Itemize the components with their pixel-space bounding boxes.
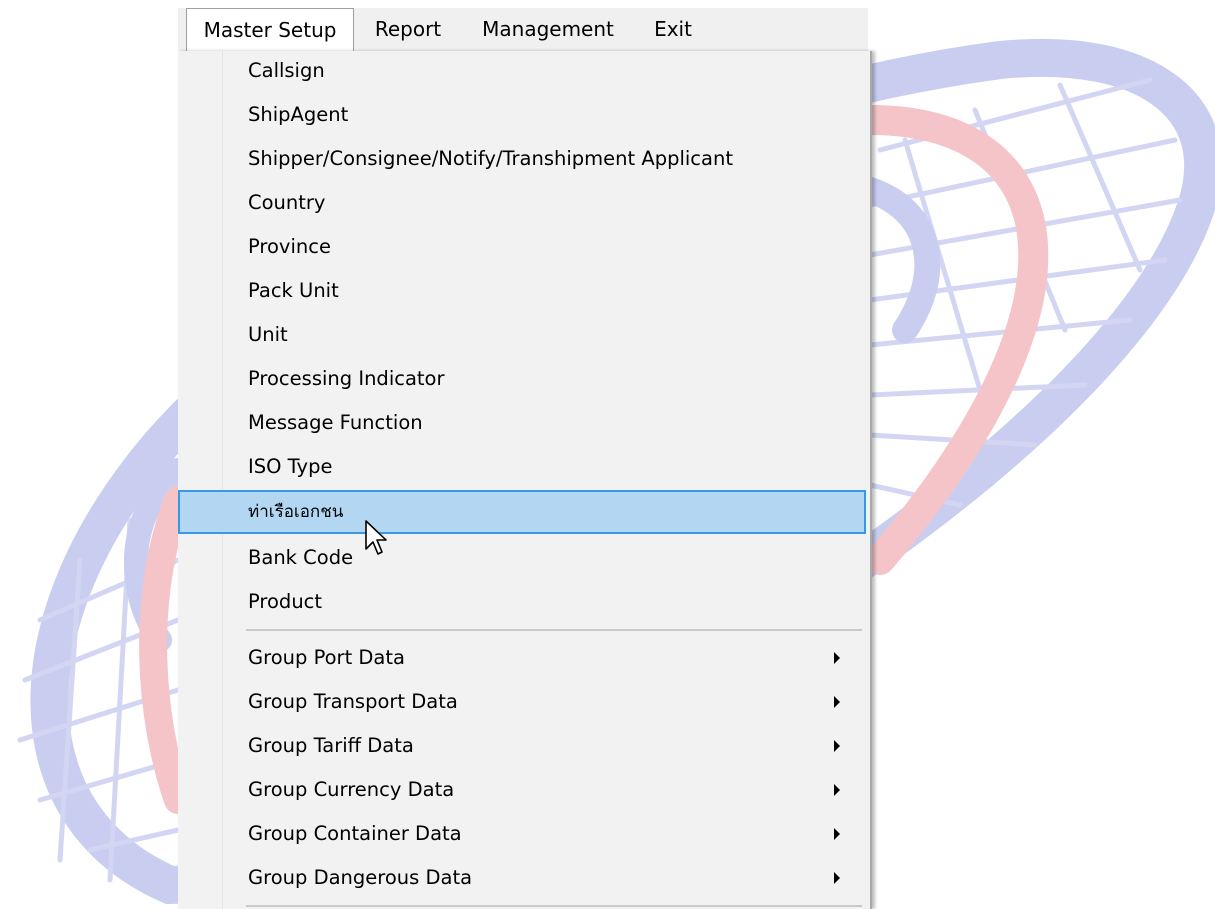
menu-item-group-dangerous-data[interactable]: Group Dangerous Data: [178, 858, 866, 898]
menu-item-label: Province: [248, 235, 331, 258]
menu-item-label: Group Transport Data: [248, 690, 458, 713]
menu-item-label: ShipAgent: [248, 103, 349, 126]
menu-item-private-port[interactable]: ท่าเรือเอกชน: [178, 490, 866, 534]
menu-item-label: Shipper/Consignee/Notify/Transhipment Ap…: [248, 147, 733, 170]
menu-item-label: Group Dangerous Data: [248, 866, 473, 889]
menu-item-label: Group Currency Data: [248, 778, 455, 801]
menu-management[interactable]: Management: [468, 8, 628, 51]
menu-item-unit[interactable]: Unit: [178, 315, 866, 355]
menu-item-label: Message Function: [248, 411, 423, 434]
menu-item-message-function[interactable]: Message Function: [178, 403, 866, 443]
menu-item-label: Pack Unit: [248, 279, 339, 302]
menu-item-label: Callsign: [248, 59, 325, 82]
master-setup-dropdown: Callsign ShipAgent Shipper/Consignee/Not…: [178, 51, 872, 909]
menu-item-product[interactable]: Product: [178, 582, 866, 622]
menu-exit[interactable]: Exit: [638, 8, 708, 51]
menu-item-label: Product: [248, 590, 323, 613]
menu-item-shipper-consignee[interactable]: Shipper/Consignee/Notify/Transhipment Ap…: [178, 139, 866, 179]
submenu-arrow-icon: [834, 828, 840, 840]
submenu-arrow-icon: [834, 696, 840, 708]
submenu-arrow-icon: [834, 652, 840, 664]
menu-bar: Master Setup Report Management Exit: [178, 8, 868, 52]
mouse-pointer-icon: [365, 520, 387, 555]
submenu-arrow-icon: [834, 740, 840, 752]
menu-item-label: Country: [248, 191, 326, 214]
menu-item-group-tariff-data[interactable]: Group Tariff Data: [178, 726, 866, 766]
menu-item-callsign[interactable]: Callsign: [178, 51, 866, 91]
menu-item-country[interactable]: Country: [178, 183, 866, 223]
menu-item-label: Bank Code: [248, 546, 354, 569]
menu-item-province[interactable]: Province: [178, 227, 866, 267]
menu-item-bank-code[interactable]: Bank Code: [178, 538, 866, 578]
menu-item-label: Processing Indicator: [248, 367, 445, 390]
menu-report[interactable]: Report: [358, 8, 458, 51]
menu-item-label: ISO Type: [248, 455, 333, 478]
menu-separator: [246, 629, 862, 631]
menu-item-label: Group Tariff Data: [248, 734, 414, 757]
menu-item-processing-indicator[interactable]: Processing Indicator: [178, 359, 866, 399]
submenu-arrow-icon: [834, 784, 840, 796]
menu-item-shipagent[interactable]: ShipAgent: [178, 95, 866, 135]
menu-item-label: Group Container Data: [248, 822, 462, 845]
menu-master-setup[interactable]: Master Setup: [186, 8, 354, 52]
submenu-arrow-icon: [834, 872, 840, 884]
menu-item-group-transport-data[interactable]: Group Transport Data: [178, 682, 866, 722]
menu-item-group-port-data[interactable]: Group Port Data: [178, 638, 866, 678]
menu-item-label: Unit: [248, 323, 288, 346]
menu-item-label: ท่าเรือเอกชน: [248, 502, 344, 522]
menu-item-group-currency-data[interactable]: Group Currency Data: [178, 770, 866, 810]
menu-separator: [246, 905, 862, 907]
menu-item-label: Group Port Data: [248, 646, 405, 669]
menu-item-iso-type[interactable]: ISO Type: [178, 447, 866, 487]
menu-item-pack-unit[interactable]: Pack Unit: [178, 271, 866, 311]
menu-item-group-container-data[interactable]: Group Container Data: [178, 814, 866, 854]
